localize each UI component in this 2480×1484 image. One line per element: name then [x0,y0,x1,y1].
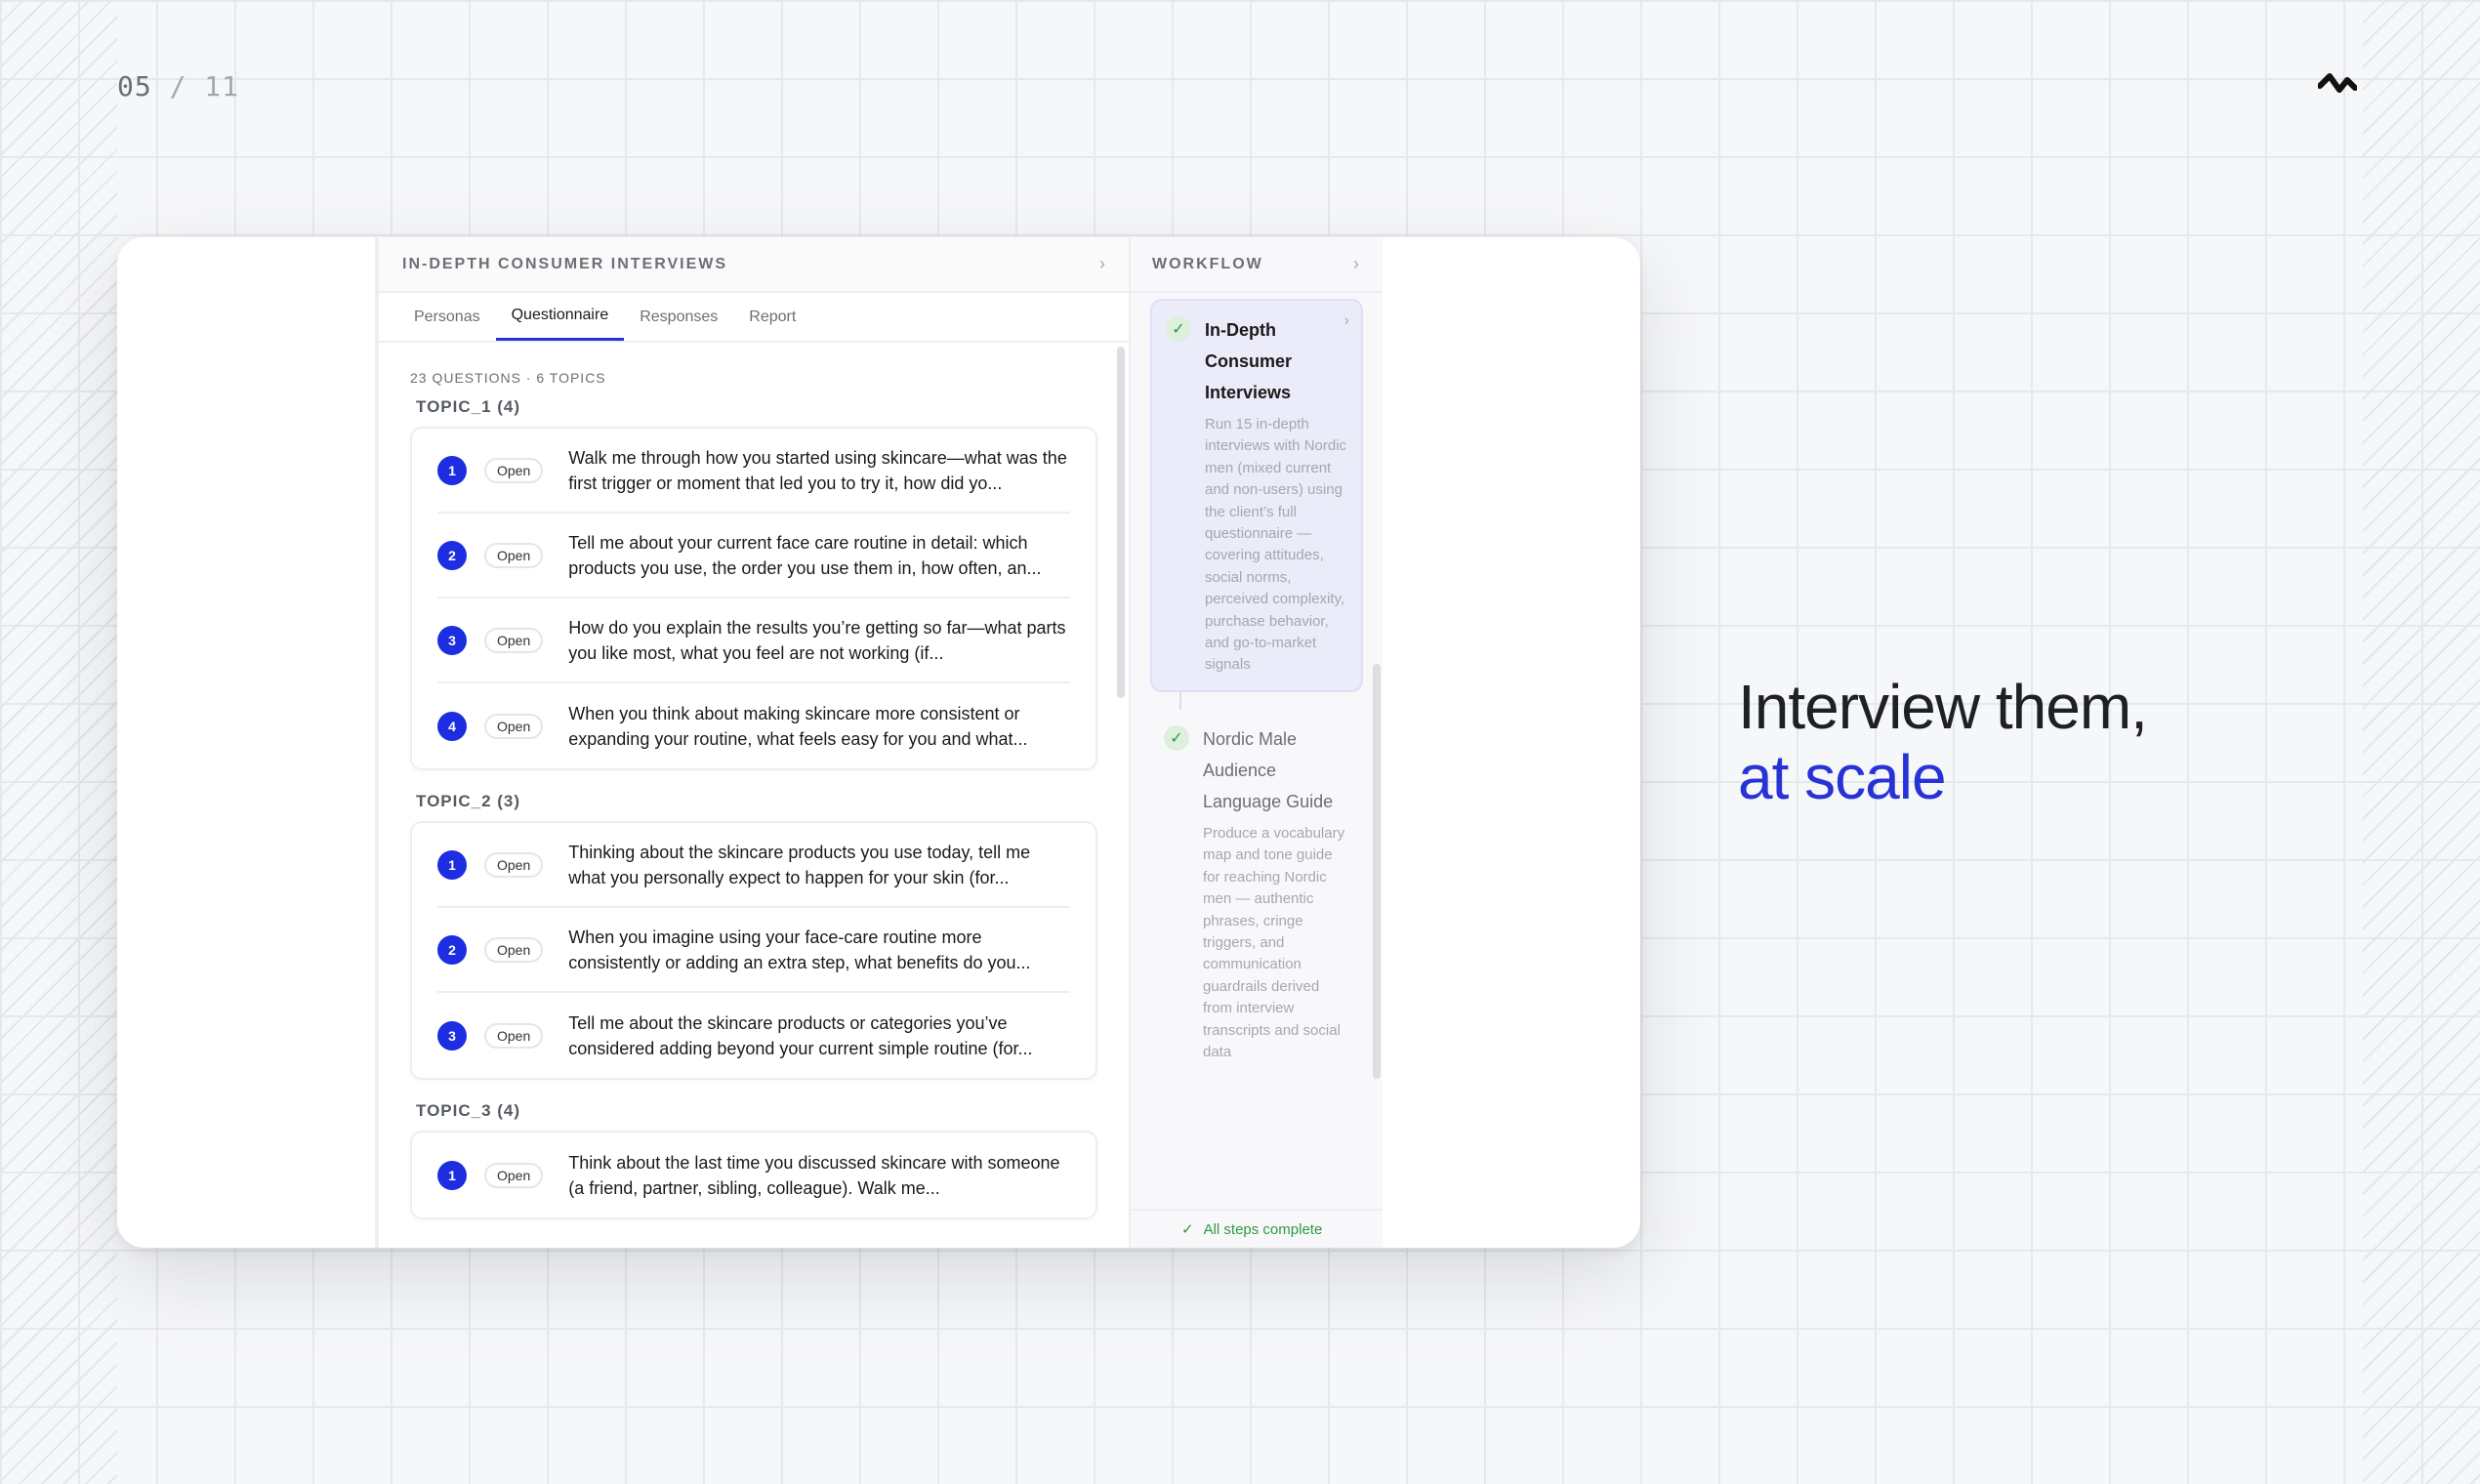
workflow-status-text: All steps complete [1203,1220,1323,1238]
questions-summary: 23 QUESTIONS · 6 TOPICS [410,370,606,386]
workflow-status: ✓ All steps complete [1131,1209,1383,1248]
hatch-left-decoration [0,0,117,1484]
hatch-right-decoration [2363,0,2480,1484]
question-number: 4 [437,711,467,741]
tab-personas[interactable]: Personas [398,293,496,341]
question-text: When you think about making skincare mor… [568,703,1028,749]
workflow-step-description: Run 15 in-depth interviews with Nordic m… [1205,416,1347,674]
tab-bar: Personas Questionnaire Responses Report [379,293,1129,343]
headline: Interview them, at scale [1738,672,2148,812]
topic-card: 1 Open Walk me through how you started u… [410,427,1097,770]
question-row[interactable]: 1 Open Walk me through how you started u… [437,429,1070,514]
workflow-step-language-guide[interactable]: ✓ Nordic Male Audience Language Guide Pr… [1150,710,1363,1077]
question-number: 2 [437,540,467,570]
question-row[interactable]: 1 Open Thinking about the skincare produ… [437,823,1070,908]
questionnaire-panel: IN-DEPTH CONSUMER INTERVIEWS › Personas … [379,237,1131,1248]
workflow-step-interviews[interactable]: ✓ › In-Depth Consumer Interviews Run 15 … [1150,299,1363,692]
headline-line-2: at scale [1738,742,1947,812]
page-total: 11 [204,70,240,103]
headline-line-1: Interview them, [1738,672,2148,742]
panel-title: IN-DEPTH CONSUMER INTERVIEWS [402,255,728,272]
workflow-connector [1179,691,1181,710]
question-text: Walk me through how you started using sk… [568,447,1067,493]
workflow-header: WORKFLOW › [1131,237,1383,293]
question-type-badge: Open [484,542,544,568]
question-number: 1 [437,849,467,880]
page-current: 05 [117,70,152,103]
question-row[interactable]: 1 Open Think about the last time you dis… [437,1133,1070,1217]
workflow-step-description: Produce a vocabulary map and tone guide … [1203,824,1345,1060]
questions-list[interactable]: 23 QUESTIONS · 6 TOPICS TOPIC_1 (4) 1 Op… [379,343,1129,1248]
topic-card: 1 Open Thinking about the skincare produ… [410,821,1097,1080]
workflow-scrollbar[interactable] [1373,664,1381,1079]
app-window: IN-DEPTH CONSUMER INTERVIEWS › Personas … [117,237,1640,1248]
question-text: When you imagine using your face-care ro… [568,927,1031,972]
check-icon: ✓ [1164,724,1189,751]
tab-questionnaire[interactable]: Questionnaire [495,293,625,341]
workflow-panel: WORKFLOW › ✓ › In-Depth Consumer Intervi… [1131,237,1383,1248]
chevron-right-icon: › [1343,312,1349,329]
topic-label: TOPIC_3 (4) [416,1101,521,1120]
panel-header: IN-DEPTH CONSUMER INTERVIEWS › [379,237,1129,293]
workflow-title: WORKFLOW [1152,255,1263,272]
topic-label: TOPIC_2 (3) [416,792,521,810]
page-separator: / [151,70,205,103]
chevron-right-icon[interactable]: › [1353,254,1359,274]
topic-label: TOPIC_1 (4) [416,397,521,416]
topic-card: 1 Open Think about the last time you dis… [410,1131,1097,1219]
page-counter: 05 / 11 [117,70,239,103]
question-type-badge: Open [484,457,544,483]
check-icon: ✓ [1181,1221,1194,1238]
question-row[interactable]: 4 Open When you think about making skinc… [437,683,1070,768]
chevron-right-icon[interactable]: › [1099,254,1105,274]
workflow-steps[interactable]: ✓ › In-Depth Consumer Interviews Run 15 … [1131,293,1383,1209]
tab-report[interactable]: Report [733,293,811,341]
question-text: Think about the last time you discussed … [568,1152,1060,1198]
question-text: Tell me about your current face care rou… [568,532,1042,578]
question-type-badge: Open [484,851,544,878]
check-icon: ✓ [1166,316,1191,342]
question-text: Thinking about the skincare products you… [568,842,1031,887]
left-sidebar [117,237,379,1248]
questions-scrollbar[interactable] [1117,347,1125,698]
question-number: 1 [437,455,467,485]
tab-responses[interactable]: Responses [624,293,733,341]
brand-logo-icon [2318,73,2357,93]
question-type-badge: Open [484,1162,544,1188]
workflow-step-title: Nordic Male Audience Language Guide [1203,728,1334,811]
question-number: 2 [437,934,467,965]
question-row[interactable]: 3 Open How do you explain the results yo… [437,598,1070,683]
question-text: Tell me about the skincare products or c… [568,1012,1033,1058]
question-text: How do you explain the results you’re ge… [568,617,1066,663]
question-type-badge: Open [484,713,544,739]
question-number: 1 [437,1160,467,1190]
question-type-badge: Open [484,627,544,653]
question-type-badge: Open [484,936,544,963]
question-row[interactable]: 2 Open When you imagine using your face-… [437,908,1070,993]
question-row[interactable]: 2 Open Tell me about your current face c… [437,514,1070,598]
question-type-badge: Open [484,1022,544,1049]
empty-canvas [1383,237,1640,1248]
question-row[interactable]: 3 Open Tell me about the skincare produc… [437,993,1070,1078]
question-number: 3 [437,625,467,655]
question-number: 3 [437,1020,467,1051]
workflow-step-title: In-Depth Consumer Interviews [1205,320,1293,402]
